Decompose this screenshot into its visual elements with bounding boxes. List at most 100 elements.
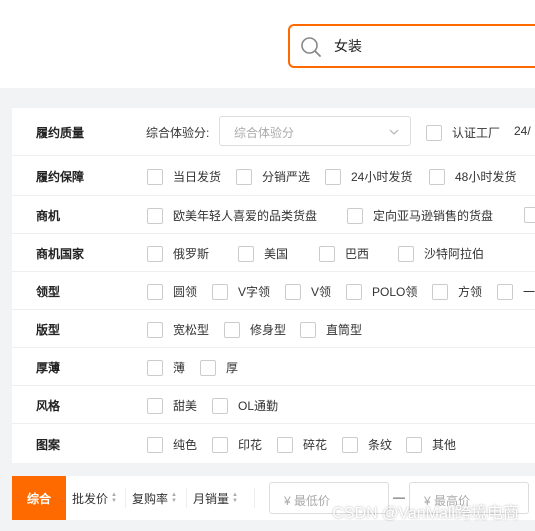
sort-arrows-icon: ▲ ▼: [171, 492, 177, 504]
option-label: 厚: [226, 361, 239, 375]
filter-row-fulfillment-quality: 履约质量 综合体验分: 综合体验分 认证工厂 24/: [12, 108, 535, 156]
sort-comprehensive-button[interactable]: 综合: [12, 476, 66, 520]
checkbox[interactable]: [147, 283, 163, 300]
checkbox[interactable]: [346, 283, 362, 300]
checkbox-print[interactable]: 印花: [212, 436, 262, 453]
checkbox[interactable]: [497, 283, 513, 300]
checkbox-truncated[interactable]: [524, 207, 535, 223]
checkbox[interactable]: [342, 436, 358, 453]
option-label: 纯色: [173, 438, 198, 452]
checkbox[interactable]: [347, 207, 363, 224]
checkbox[interactable]: [147, 397, 163, 414]
option-label: 印花: [238, 438, 263, 452]
checkbox-straight-fit[interactable]: 直筒型: [300, 321, 362, 338]
filter-row-fulfillment-guarantee: 履约保障 当日发货 分销严选 24小时发货 48小时发货: [12, 156, 535, 196]
checkbox[interactable]: [236, 168, 252, 185]
checkbox-thin[interactable]: 薄: [147, 359, 185, 376]
option-label: 其他: [432, 438, 457, 452]
row-label: 领型: [36, 285, 61, 299]
checkbox-other[interactable]: 其他: [406, 436, 456, 453]
checkbox-24h-shipping[interactable]: 24小时发货: [325, 168, 412, 185]
divider: [254, 488, 255, 508]
option-label: 美国: [264, 247, 289, 261]
sort-wholesale-price-button[interactable]: 批发价 ▲ ▼: [72, 476, 117, 520]
search-input[interactable]: 女装: [334, 36, 362, 56]
row-label: 版型: [36, 323, 61, 337]
checkbox-polo-collar[interactable]: POLO领: [346, 283, 417, 300]
checkbox[interactable]: [200, 359, 216, 376]
checkbox[interactable]: [147, 168, 163, 185]
row-label: 履约保障: [36, 170, 85, 184]
divider: [125, 488, 126, 508]
checkbox-stripes[interactable]: 条纹: [342, 436, 392, 453]
checkbox-v-neck[interactable]: V领: [285, 283, 331, 300]
filter-row-thickness: 厚薄 薄 厚: [12, 348, 535, 386]
filter-row-pattern: 图案 纯色 印花 碎花 条纹 其他: [12, 424, 535, 463]
checkbox-distribution-selected[interactable]: 分销严选: [236, 168, 310, 185]
checkbox-v-shape-neck[interactable]: V字领: [212, 283, 270, 300]
filter-row-style: 风格 甜美 OL通勤: [12, 386, 535, 424]
checkbox-russia[interactable]: 俄罗斯: [147, 245, 209, 262]
checkbox-usa[interactable]: 美国: [238, 245, 288, 262]
search-icon: [301, 37, 321, 57]
checkbox[interactable]: [212, 436, 228, 453]
search-box[interactable]: 女装: [288, 24, 535, 68]
sort-arrows-icon: ▲ ▼: [232, 492, 238, 504]
option-label: V字领: [238, 285, 271, 299]
checkbox-48h-shipping[interactable]: 48小时发货: [429, 168, 516, 185]
select-value: 综合体验分: [234, 126, 295, 140]
row-label: 图案: [36, 438, 61, 452]
checkbox-slim-fit[interactable]: 修身型: [224, 321, 286, 338]
checkbox[interactable]: [406, 436, 422, 453]
checkbox-collar-truncated[interactable]: 一: [497, 283, 535, 300]
min-price-placeholder: ¥ 最低价: [284, 494, 331, 508]
checkbox-eu-us-youth-picks[interactable]: 欧美年轻人喜爱的品类货盘: [147, 207, 317, 224]
checkbox-round-neck[interactable]: 圆领: [147, 283, 197, 300]
checkbox[interactable]: [147, 321, 163, 338]
checkbox[interactable]: [426, 124, 442, 141]
checkbox[interactable]: [277, 436, 293, 453]
experience-score-select[interactable]: 综合体验分: [219, 116, 411, 146]
checkbox[interactable]: [238, 245, 254, 262]
option-label: OL通勤: [238, 399, 279, 413]
checkbox[interactable]: [224, 321, 240, 338]
option-label: V领: [311, 285, 332, 299]
checkbox-certified-factory[interactable]: 认证工厂: [426, 124, 500, 141]
row-label: 商机国家: [36, 247, 85, 261]
chevron-down-icon: [389, 129, 399, 135]
checkbox[interactable]: [147, 359, 163, 376]
sort-repurchase-rate-button[interactable]: 复购率 ▲ ▼: [132, 476, 177, 520]
checkbox[interactable]: [147, 245, 163, 262]
checkbox-solid-color[interactable]: 纯色: [147, 436, 197, 453]
checkbox[interactable]: [285, 283, 301, 300]
checkbox[interactable]: [212, 397, 228, 414]
checkbox[interactable]: [319, 245, 335, 262]
checkbox[interactable]: [325, 168, 341, 185]
checkbox[interactable]: [300, 321, 316, 338]
checkbox[interactable]: [147, 436, 163, 453]
filter-panel: 履约质量 综合体验分: 综合体验分 认证工厂 24/ 履约保障 当日发货 分销严…: [12, 108, 535, 463]
checkbox-office-commute[interactable]: OL通勤: [212, 397, 278, 414]
checkbox[interactable]: [147, 207, 163, 224]
option-label: 认证工厂: [452, 126, 501, 140]
checkbox[interactable]: [398, 245, 414, 262]
checkbox[interactable]: [432, 283, 448, 300]
checkbox[interactable]: [429, 168, 445, 185]
checkbox-amazon-targeted[interactable]: 定向亚马逊销售的货盘: [347, 207, 493, 224]
option-label: 欧美年轻人喜爱的品类货盘: [173, 209, 318, 223]
sort-monthly-sales-button[interactable]: 月销量 ▲ ▼: [193, 476, 238, 520]
checkbox-loose-fit[interactable]: 宽松型: [147, 321, 209, 338]
checkbox-thick[interactable]: 厚: [200, 359, 238, 376]
row-label: 履约质量: [36, 126, 85, 140]
option-label: 碎花: [303, 438, 328, 452]
checkbox-floral[interactable]: 碎花: [277, 436, 327, 453]
row-label: 厚薄: [36, 361, 61, 375]
checkbox-sweet[interactable]: 甜美: [147, 397, 197, 414]
option-label: 分销严选: [262, 170, 311, 184]
checkbox-square-neck[interactable]: 方领: [432, 283, 482, 300]
checkbox-brazil[interactable]: 巴西: [319, 245, 369, 262]
option-label: 圆领: [173, 285, 198, 299]
checkbox[interactable]: [212, 283, 228, 300]
checkbox-saudi-arabia[interactable]: 沙特阿拉伯: [398, 245, 484, 262]
checkbox-same-day-shipping[interactable]: 当日发货: [147, 168, 221, 185]
